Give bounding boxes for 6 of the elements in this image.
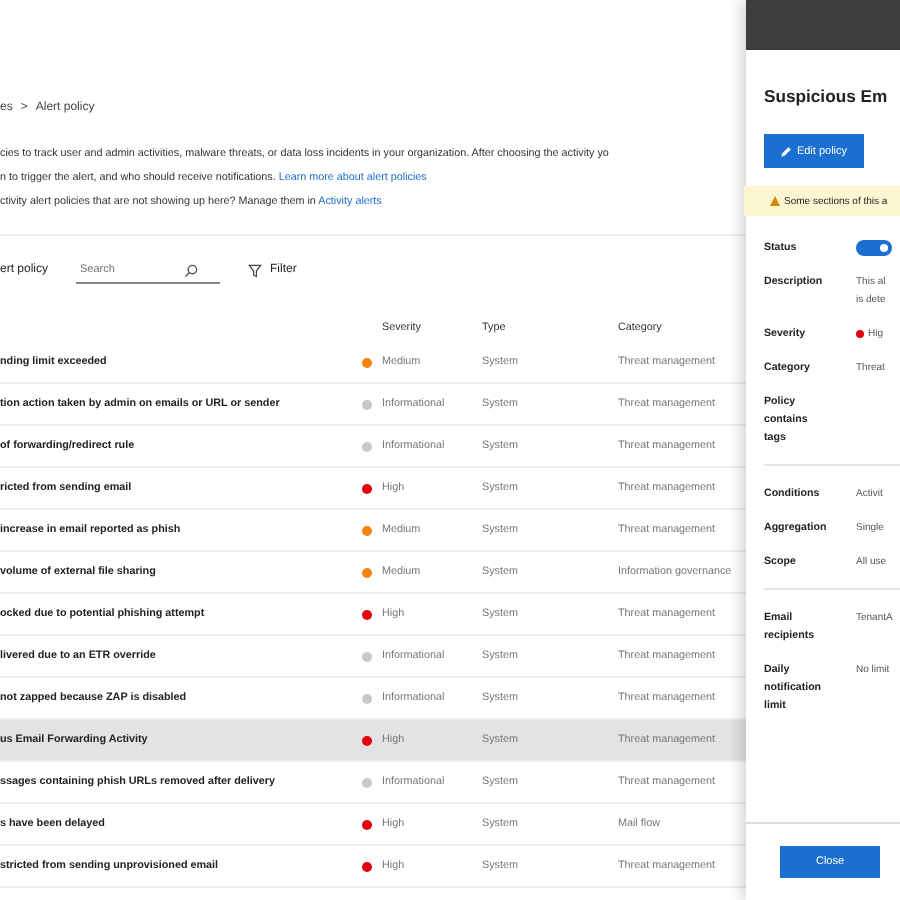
panel-title: Suspicious Em xyxy=(764,86,890,106)
pencil-icon xyxy=(780,145,793,157)
search-icon xyxy=(184,263,199,277)
status-toggle[interactable] xyxy=(856,240,892,256)
warning-icon xyxy=(770,196,780,206)
filter-icon xyxy=(248,263,263,277)
